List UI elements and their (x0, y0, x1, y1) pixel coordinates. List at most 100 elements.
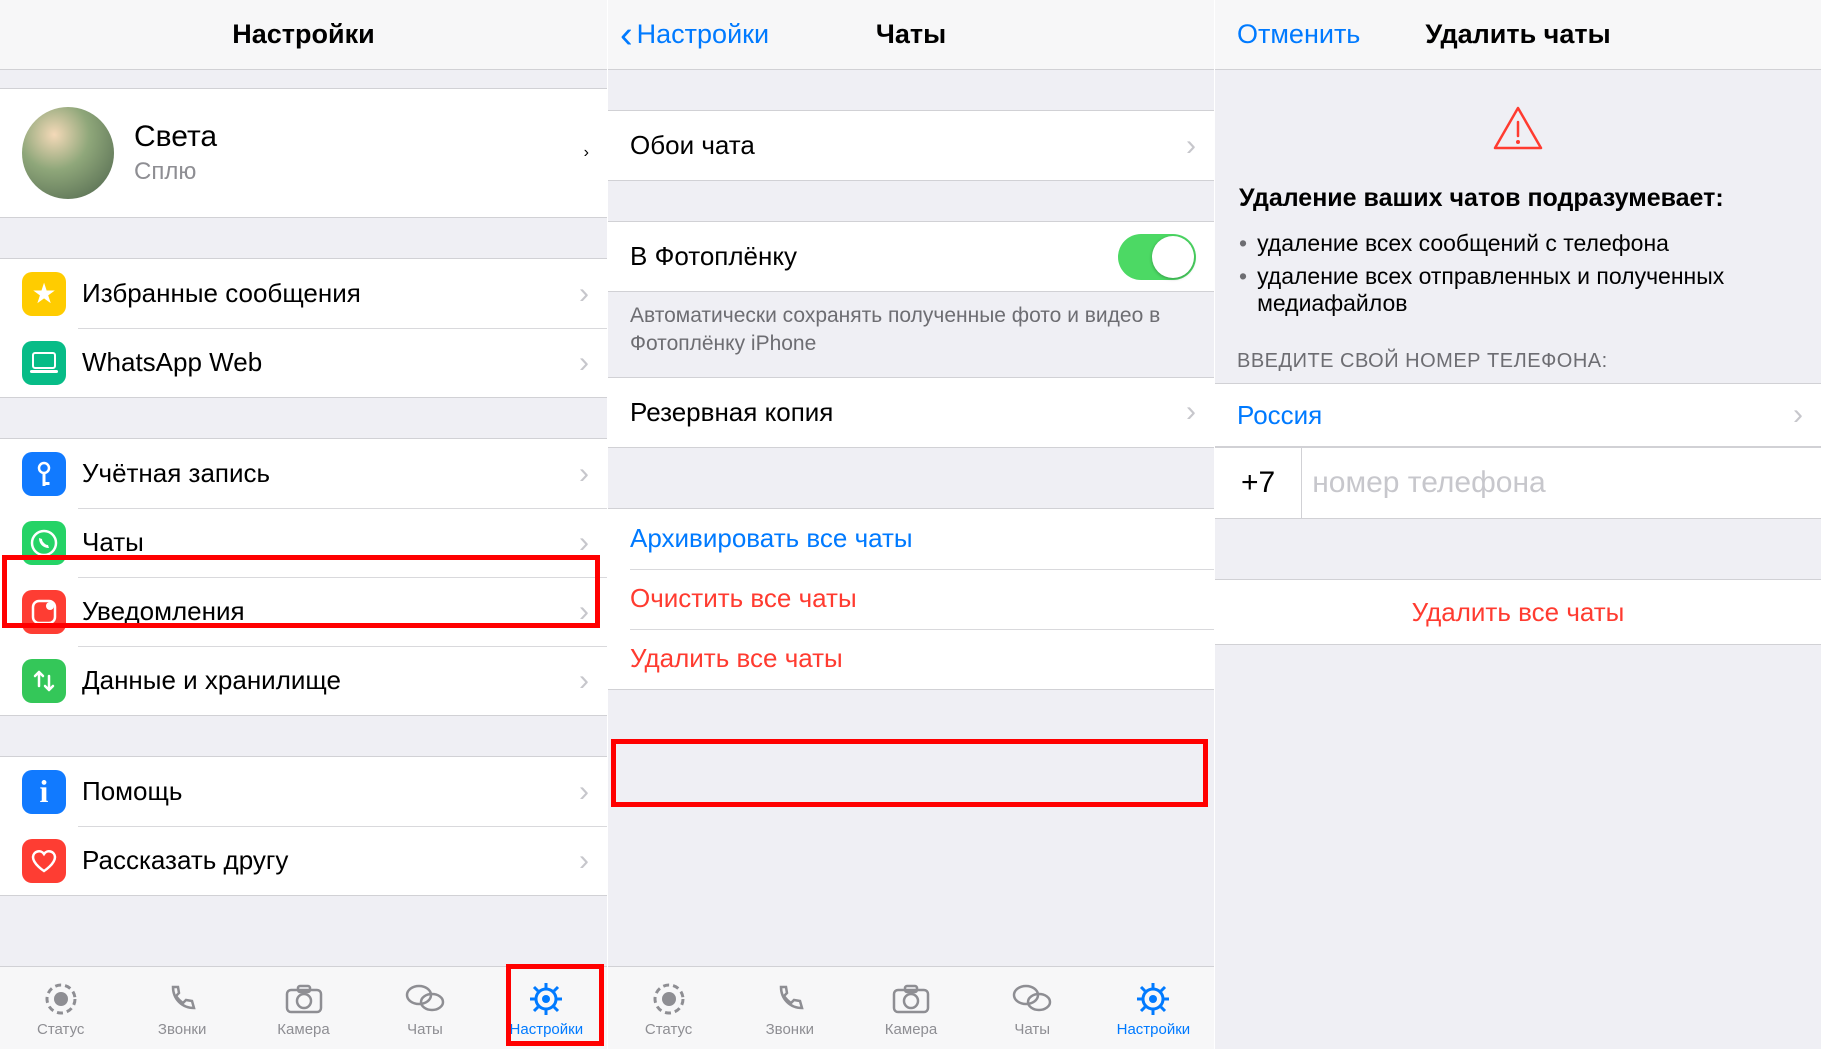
cell-label: Удалить все чаты (630, 643, 843, 674)
wallpaper-row[interactable]: Обои чата › (608, 111, 1214, 180)
cell-label: Помощь (82, 776, 579, 807)
tab-camera[interactable]: Камера (850, 967, 971, 1049)
tab-settings[interactable]: Настройки (486, 967, 607, 1049)
tab-camera[interactable]: Камера (243, 967, 364, 1049)
gear-icon (1135, 979, 1171, 1019)
cell-label: Очистить все чаты (630, 583, 857, 614)
country-code: +7 (1215, 448, 1302, 518)
settings-screen: Настройки Света Сплю › ★ Избранные сообщ… (0, 0, 607, 1049)
delete-all-row[interactable]: Удалить все чаты (608, 629, 1214, 689)
chats-row[interactable]: Чаты › (0, 508, 607, 577)
phone-input[interactable] (1302, 448, 1821, 518)
delete-content: Удаление ваших чатов подразумевает: удал… (1215, 70, 1821, 1049)
delete-chats-screen: Отменить Удалить чаты Удаление ваших чат… (1214, 0, 1821, 1049)
camera-roll-row[interactable]: В Фотоплёнку (608, 222, 1214, 291)
cell-label: Учётная запись (82, 458, 579, 489)
backup-row[interactable]: Резервная копия › (608, 378, 1214, 447)
settings-content: Света Сплю › ★ Избранные сообщения › Wha… (0, 70, 607, 966)
status-icon (43, 979, 79, 1019)
tab-label: Настройки (1117, 1021, 1191, 1038)
chevron-right-icon: › (1793, 398, 1803, 432)
cell-label: Избранные сообщения (82, 278, 579, 309)
data-storage-row[interactable]: Данные и хранилище › (0, 646, 607, 715)
cancel-button[interactable]: Отменить (1215, 19, 1360, 50)
clear-all-row[interactable]: Очистить все чаты (608, 569, 1214, 629)
chevron-right-icon: › (579, 595, 589, 629)
starred-messages-row[interactable]: ★ Избранные сообщения › (0, 259, 607, 328)
warning-icon (1491, 104, 1545, 152)
camera-icon (285, 979, 323, 1019)
tab-calls[interactable]: Звонки (729, 967, 850, 1049)
whatsapp-web-row[interactable]: WhatsApp Web › (0, 328, 607, 397)
phone-icon (773, 979, 807, 1019)
tab-label: Камера (885, 1021, 937, 1038)
tab-chats[interactable]: Чаты (364, 967, 485, 1049)
button-label: Удалить все чаты (1412, 597, 1625, 628)
cell-label: Чаты (82, 527, 579, 558)
cell-label: Резервная копия (630, 397, 1186, 428)
tab-status[interactable]: Статус (0, 967, 121, 1049)
camera-roll-footer: Автоматически сохранять полученные фото … (608, 292, 1214, 377)
help-row[interactable]: i Помощь › (0, 757, 607, 826)
key-icon (22, 452, 66, 496)
chats-content: Обои чата › В Фотоплёнку Автоматически с… (608, 70, 1214, 966)
star-icon: ★ (22, 272, 66, 316)
phone-icon (165, 979, 199, 1019)
delete-all-button[interactable]: Удалить все чаты (1215, 579, 1821, 645)
whatsapp-icon (22, 521, 66, 565)
cell-label: Архивировать все чаты (630, 523, 913, 554)
navbar: Отменить Удалить чаты (1215, 0, 1821, 70)
status-icon (651, 979, 687, 1019)
chats-icon (405, 979, 445, 1019)
tab-label: Статус (37, 1021, 84, 1038)
updown-icon (22, 659, 66, 703)
laptop-icon (22, 341, 66, 385)
cell-label: Данные и хранилище (82, 665, 579, 696)
delete-bullet-1: удаление всех сообщений с телефона (1215, 227, 1821, 260)
gear-icon (528, 979, 564, 1019)
chevron-right-icon: › (579, 844, 589, 878)
chats-icon (1012, 979, 1052, 1019)
tell-friend-row[interactable]: Рассказать другу › (0, 826, 607, 895)
tab-chats[interactable]: Чаты (972, 967, 1093, 1049)
account-row[interactable]: Учётная запись › (0, 439, 607, 508)
tab-label: Настройки (510, 1021, 584, 1038)
navbar-title: Настройки (0, 19, 607, 50)
tabbar: Статус Звонки Камера Чаты Настройки (0, 966, 607, 1049)
tabbar: Статус Звонки Камера Чаты Настройки (608, 966, 1214, 1049)
back-button[interactable]: ‹ Настройки (608, 16, 769, 54)
cell-label: Рассказать другу (82, 845, 579, 876)
toggle-on[interactable] (1118, 234, 1196, 280)
cell-label: В Фотоплёнку (630, 241, 1118, 272)
tab-label: Чаты (1014, 1021, 1050, 1038)
info-icon: i (22, 770, 66, 814)
chevron-right-icon: › (584, 144, 589, 162)
chevron-left-icon: ‹ (620, 16, 633, 54)
notifications-row[interactable]: Уведомления › (0, 577, 607, 646)
chevron-right-icon: › (1186, 129, 1196, 163)
chevron-right-icon: › (579, 526, 589, 560)
archive-all-row[interactable]: Архивировать все чаты (608, 509, 1214, 569)
profile-status: Сплю (134, 158, 584, 186)
profile-cell[interactable]: Света Сплю › (0, 89, 607, 217)
tab-label: Звонки (766, 1021, 814, 1038)
camera-icon (892, 979, 930, 1019)
tab-settings[interactable]: Настройки (1093, 967, 1214, 1049)
chats-settings-screen: ‹ Настройки Чаты Обои чата › В Фотоплёнк… (607, 0, 1214, 1049)
cell-label: Уведомления (82, 596, 579, 627)
avatar (22, 107, 114, 199)
chevron-right-icon: › (579, 775, 589, 809)
navbar: Настройки (0, 0, 607, 70)
tab-label: Чаты (407, 1021, 443, 1038)
notification-icon (22, 590, 66, 634)
tab-label: Статус (645, 1021, 692, 1038)
back-label: Настройки (637, 19, 769, 50)
country-label: Россия (1237, 400, 1793, 431)
tab-label: Камера (277, 1021, 329, 1038)
tab-calls[interactable]: Звонки (121, 967, 242, 1049)
tab-status[interactable]: Статус (608, 967, 729, 1049)
delete-heading: Удаление ваших чатов подразумевает: (1215, 174, 1821, 227)
delete-bullet-2: удаление всех отправленных и полученных … (1215, 260, 1821, 320)
country-row[interactable]: Россия › (1215, 384, 1821, 446)
cell-label: WhatsApp Web (82, 347, 579, 378)
